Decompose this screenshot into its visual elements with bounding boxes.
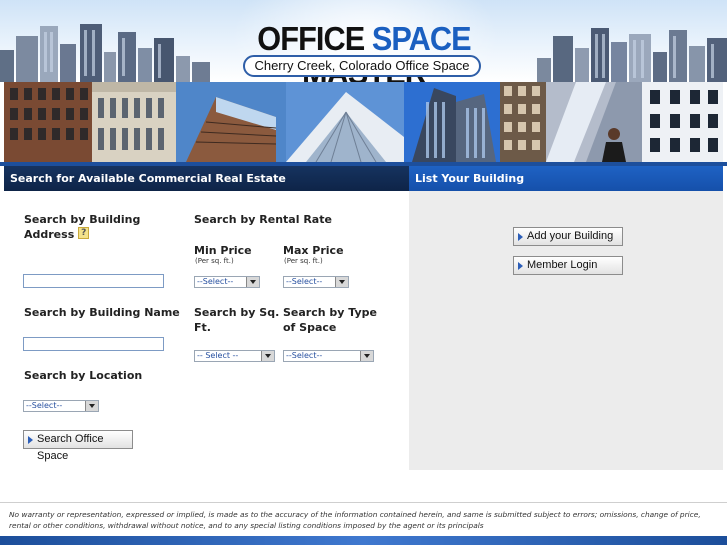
businessman-photo xyxy=(546,82,642,162)
search-panel: Search by Building Address? Search by Bu… xyxy=(4,191,409,470)
square-feet-select-value: -- Select -- xyxy=(197,351,239,360)
building-name-label: Search by Building Name xyxy=(24,306,180,319)
convention-center-photo xyxy=(286,82,404,162)
brick-building-photo xyxy=(4,82,92,162)
footer-divider xyxy=(0,502,727,503)
footer-bar xyxy=(0,536,727,545)
location-tagline: Cherry Creek, Colorado Office Space xyxy=(243,55,481,77)
chevron-down-icon xyxy=(261,351,274,361)
location-select[interactable]: --Select-- xyxy=(23,400,99,412)
max-price-label: Max Price xyxy=(283,244,344,257)
address-label-text: Address xyxy=(24,228,75,241)
city-skyline-right-image xyxy=(537,28,727,82)
space-type-select-value: --Select-- xyxy=(286,351,323,360)
highrise-towers-photo xyxy=(404,82,500,162)
search-section-title: Search for Available Commercial Real Est… xyxy=(4,166,409,191)
address-label-line2: Address? xyxy=(24,227,140,242)
max-price-select[interactable]: --Select-- xyxy=(283,276,349,288)
list-building-section-title: List Your Building xyxy=(409,166,723,191)
member-login-button[interactable]: Member Login xyxy=(513,256,623,275)
min-price-select[interactable]: --Select-- xyxy=(194,276,260,288)
chevron-down-icon xyxy=(335,277,348,287)
space-type-select[interactable]: --Select-- xyxy=(283,350,374,362)
min-price-unit: (Per sq. ft.) xyxy=(195,257,234,265)
search-button-label: Search Office Space xyxy=(37,433,104,462)
building-photo-strip xyxy=(4,82,723,162)
legal-disclaimer: No warranty or representation, expressed… xyxy=(9,510,701,530)
city-skyline-left-image xyxy=(0,24,210,82)
min-price-select-value: --Select-- xyxy=(197,277,234,286)
chevron-down-icon xyxy=(246,277,259,287)
search-office-space-button[interactable]: Search Office Space xyxy=(23,430,133,462)
max-price-unit: (Per sq. ft.) xyxy=(284,257,323,265)
chevron-down-icon xyxy=(85,401,98,411)
site-header: OFFICE SPACE MASTER Cherry Creek, Colora… xyxy=(0,0,727,82)
add-building-button[interactable]: Add your Building xyxy=(513,227,623,246)
max-price-select-value: --Select-- xyxy=(286,277,323,286)
play-arrow-icon xyxy=(28,436,33,444)
add-building-label: Add your Building xyxy=(527,230,614,242)
square-feet-select[interactable]: -- Select -- xyxy=(194,350,275,362)
help-icon[interactable]: ? xyxy=(78,227,90,239)
location-label: Search by Location xyxy=(24,369,143,382)
tower-facade-photo xyxy=(500,82,546,162)
member-login-label: Member Login xyxy=(527,259,598,271)
space-type-label-line2: of Space xyxy=(283,321,337,334)
chevron-down-icon xyxy=(360,351,373,361)
space-type-label-line1: Search by Type xyxy=(283,306,377,319)
space-type-label: Search by Type of Space xyxy=(283,305,377,335)
location-select-value: --Select-- xyxy=(26,401,63,410)
historic-building-photo xyxy=(92,82,176,162)
logo-word-space: SPACE xyxy=(371,20,472,57)
address-search-label: Search by Building Address? xyxy=(24,212,140,242)
square-feet-label: Search by Sq. Ft. xyxy=(194,305,279,335)
play-arrow-icon xyxy=(518,233,523,241)
rental-rate-label: Search by Rental Rate xyxy=(194,213,332,226)
glass-office-building-photo xyxy=(176,82,286,162)
building-name-input[interactable] xyxy=(23,337,164,351)
square-feet-label-line2: Ft. xyxy=(194,321,211,334)
building-address-input[interactable] xyxy=(23,274,164,288)
address-label-line1: Search by Building xyxy=(24,213,141,226)
logo-word-office: OFFICE xyxy=(257,20,365,57)
square-feet-label-line1: Search by Sq. xyxy=(194,306,280,319)
play-arrow-icon xyxy=(518,262,523,270)
white-tower-photo xyxy=(642,82,723,162)
list-building-panel: Add your Building Member Login xyxy=(409,191,723,470)
min-price-label: Min Price xyxy=(194,244,252,257)
